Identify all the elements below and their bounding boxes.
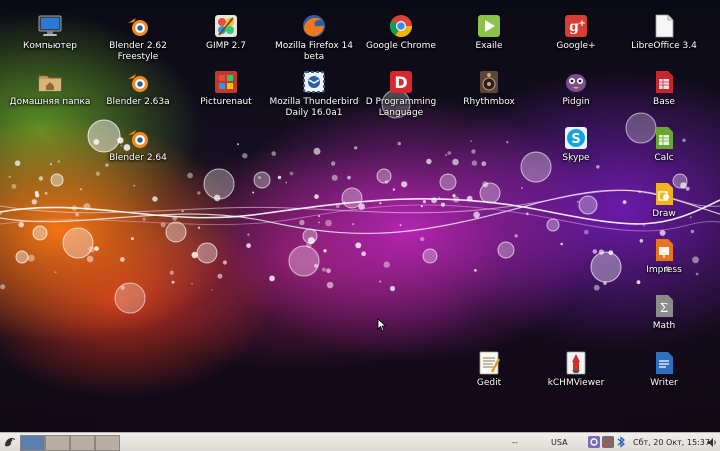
desktop-icon-label: Exaile xyxy=(475,41,503,51)
desktop-icon-label: Math xyxy=(652,321,676,331)
desktop-icon-label: Blender 2.63a xyxy=(106,97,170,107)
desktop-icon-home-folder[interactable]: Домашняя папка xyxy=(2,69,98,108)
svg-text:+: + xyxy=(578,19,586,29)
desktop-icon-label: Calc xyxy=(654,153,674,163)
start-menu-button[interactable] xyxy=(3,433,17,451)
bluetooth-icon[interactable] xyxy=(616,436,626,448)
desktop[interactable]: Компьютер Домашняя папка Blender 2.62 Fr… xyxy=(0,0,720,432)
svg-text:Σ: Σ xyxy=(660,301,668,315)
rhythmbox-icon xyxy=(480,71,498,93)
blender-icon xyxy=(128,130,148,148)
libreoffice-icon xyxy=(655,14,674,38)
desktop-icon-firefox[interactable]: Mozilla Firefox 14 beta xyxy=(266,13,362,63)
desktop-icon-label: Google+ xyxy=(556,41,596,51)
gimp-icon xyxy=(215,15,237,37)
settings-tray-icon[interactable] xyxy=(588,436,600,448)
desktop-icon-base[interactable]: Base xyxy=(616,69,712,108)
desktop-icon-exaile[interactable]: Exaile xyxy=(441,13,537,52)
blender-icon xyxy=(128,18,148,36)
start-menu-icon xyxy=(5,438,15,447)
google-plus-icon: g + xyxy=(565,15,587,37)
desktop-icon-label: Blender 2.62 Freestyle xyxy=(109,41,167,62)
desktop-icon-calc[interactable]: Calc xyxy=(616,125,712,164)
desktop-icon-blender-263a[interactable]: Blender 2.63a xyxy=(90,69,186,108)
desktop-icon-label: Writer xyxy=(650,378,678,388)
desktop-icon-label: Компьютер xyxy=(23,41,77,51)
workspace-3[interactable] xyxy=(70,435,95,451)
desktop-icon-chrome[interactable]: Google Chrome xyxy=(353,13,449,52)
desktop-icon-label: Impress xyxy=(646,265,682,275)
desktop-icon-blender-264[interactable]: Blender 2.64 xyxy=(90,125,186,164)
svg-text:S: S xyxy=(571,132,580,147)
taskbar-separator: -- xyxy=(512,437,518,447)
skype-icon: S xyxy=(565,127,587,149)
desktop-icon-label: Skype xyxy=(562,153,590,163)
desktop-icon-label: Rhythmbox xyxy=(463,97,515,107)
gedit-icon xyxy=(479,351,501,375)
libreoffice-math-icon: Σ xyxy=(656,295,673,317)
desktop-icon-label: Draw xyxy=(652,209,676,219)
picturenaut-icon xyxy=(215,71,237,93)
desktop-icon-impress[interactable]: Impress xyxy=(616,237,712,276)
desktop-icon-skype[interactable]: S Skype xyxy=(528,125,624,164)
libreoffice-calc-icon xyxy=(656,127,673,149)
desktop-icon-label: Домашняя папка xyxy=(9,97,91,107)
workspace-switcher xyxy=(20,433,120,451)
thunderbird-icon xyxy=(303,71,325,93)
desktop-icon-gedit[interactable]: Gedit xyxy=(441,350,537,389)
libreoffice-impress-icon xyxy=(656,239,673,261)
desktop-icon-rhythmbox[interactable]: Rhythmbox xyxy=(441,69,537,108)
taskbar: -- USA Сбт, 20 Окт, 15:37 xyxy=(0,432,720,451)
desktop-icon-label: Blender 2.64 xyxy=(109,153,167,163)
desktop-icon-label: Base xyxy=(653,97,675,107)
desktop-icon-gimp[interactable]: GIMP 2.7 xyxy=(178,13,274,52)
workspace-4[interactable] xyxy=(95,435,120,451)
libreoffice-draw-icon xyxy=(656,183,673,205)
chrome-icon xyxy=(390,15,412,37)
desktop-icon-label: GIMP 2.7 xyxy=(206,41,246,51)
desktop-icon-draw[interactable]: Draw xyxy=(616,181,712,220)
home-folder-icon xyxy=(38,75,62,92)
desktop-icon-label: Gedit xyxy=(476,378,502,388)
desktop-icon-google-plus[interactable]: g + Google+ xyxy=(528,13,624,52)
desktop-icon-picturenaut[interactable]: Picturenaut xyxy=(178,69,274,108)
desktop-icon-label: D Programming Language xyxy=(365,97,437,118)
workspace-2[interactable] xyxy=(45,435,70,451)
pidgin-icon xyxy=(566,74,586,92)
keyboard-layout-indicator[interactable]: USA xyxy=(551,433,568,451)
volume-icon xyxy=(708,437,716,447)
svg-text:D: D xyxy=(394,73,407,92)
desktop-icon-label: Picturenaut xyxy=(200,97,252,107)
desktop-icon-label: kCHMViewer xyxy=(547,378,605,388)
desktop-icon-label: Google Chrome xyxy=(366,41,436,51)
firefox-icon xyxy=(303,15,325,37)
desktop-icon-kchmviewer[interactable]: kCHMViewer xyxy=(528,350,624,389)
libreoffice-writer-icon xyxy=(656,352,673,374)
libreoffice-base-icon xyxy=(656,71,673,93)
workspace-1[interactable] xyxy=(20,435,45,451)
desktop-icon-label: Mozilla Thunderbird Daily 16.0a1 xyxy=(269,97,359,118)
d-language-icon: D xyxy=(390,71,412,93)
volume-button[interactable] xyxy=(707,433,718,451)
computer-icon xyxy=(38,15,62,36)
network-tray-icon[interactable] xyxy=(602,436,614,448)
desktop-icon-thunderbird[interactable]: Mozilla Thunderbird Daily 16.0a1 xyxy=(266,69,362,119)
system-tray xyxy=(588,433,626,451)
desktop-icon-label: Pidgin xyxy=(562,97,590,107)
desktop-icon-computer[interactable]: Компьютер xyxy=(2,13,98,52)
desktop-icon-label: Mozilla Firefox 14 beta xyxy=(275,41,353,62)
exaile-icon xyxy=(478,15,500,37)
desktop-icon-pidgin[interactable]: Pidgin xyxy=(528,69,624,108)
desktop-icon-label: LibreOffice 3.4 xyxy=(631,41,697,51)
clock[interactable]: Сбт, 20 Окт, 15:37 xyxy=(633,433,710,451)
kchmviewer-icon xyxy=(566,351,586,375)
desktop-icon-blender-262[interactable]: Blender 2.62 Freestyle xyxy=(90,13,186,63)
desktop-icon-libreoffice[interactable]: LibreOffice 3.4 xyxy=(616,13,712,52)
desktop-icon-d-language[interactable]: D D Programming Language xyxy=(353,69,449,119)
desktop-icon-math[interactable]: Σ Math xyxy=(616,293,712,332)
mouse-pointer-icon xyxy=(377,318,387,332)
desktop-icon-writer[interactable]: Writer xyxy=(616,350,712,389)
blender-icon xyxy=(128,74,148,92)
